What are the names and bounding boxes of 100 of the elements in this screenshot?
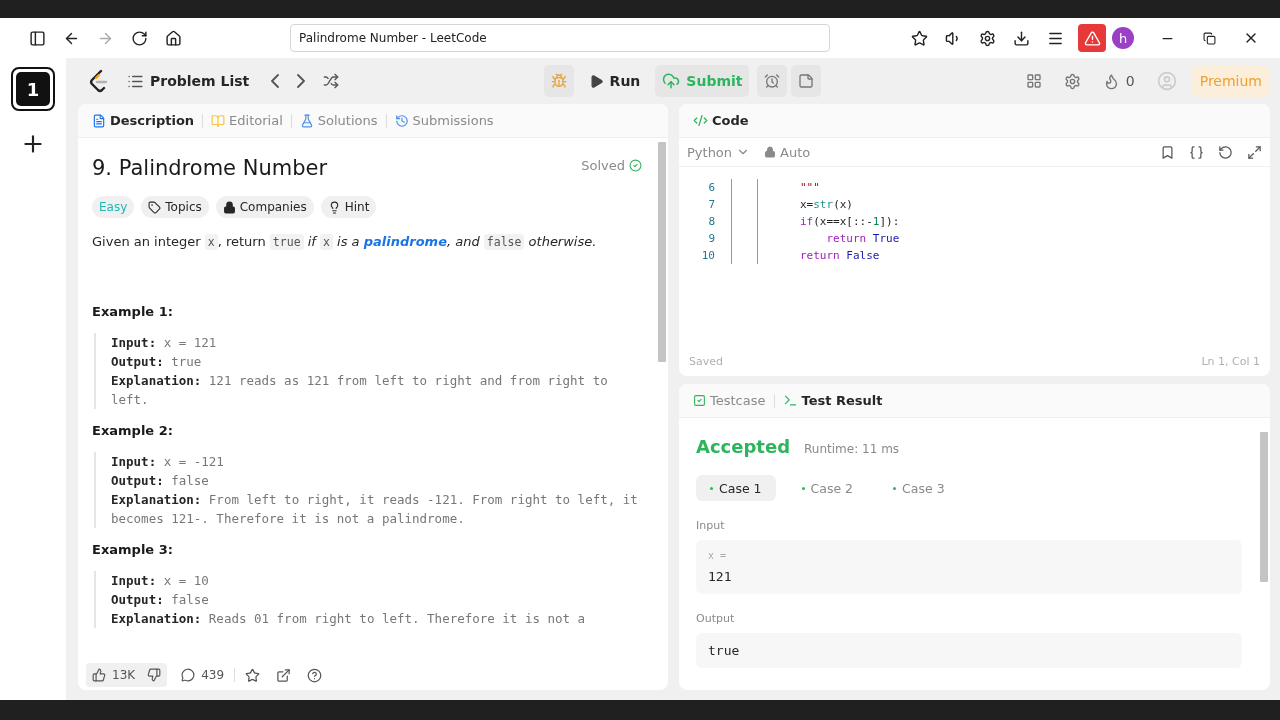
line-number: 7 bbox=[707, 198, 715, 211]
lock-icon bbox=[222, 200, 236, 214]
address-field[interactable]: Palindrome Number - LeetCode bbox=[290, 24, 830, 52]
companies-tag[interactable]: Companies bbox=[215, 196, 314, 218]
problem-title: 9. Palindrome Number bbox=[92, 156, 328, 180]
topics-tag[interactable]: Topics bbox=[141, 196, 209, 218]
settings-icon[interactable] bbox=[978, 29, 996, 47]
variable-name: x = bbox=[708, 550, 728, 561]
external-link-icon bbox=[276, 667, 292, 683]
note-icon bbox=[798, 73, 815, 89]
run-button[interactable]: Run bbox=[581, 65, 648, 97]
logo-icon[interactable] bbox=[88, 69, 110, 93]
example-title: Example 1: bbox=[92, 304, 174, 319]
language-select[interactable]: Python bbox=[687, 144, 751, 160]
notes-button[interactable] bbox=[791, 65, 822, 97]
case-tab[interactable]: Case 3 bbox=[879, 475, 959, 501]
line-number: 9 bbox=[707, 232, 715, 245]
code-tab[interactable]: Code bbox=[687, 113, 755, 128]
line-number: 8 bbox=[707, 215, 715, 228]
example-line: Explanation: From left to right, it reads -121. From right to left, it becomes 121-. Therefore it is not a palindrome. bbox=[111, 491, 639, 528]
warning-button[interactable] bbox=[1078, 24, 1106, 52]
reload-icon[interactable] bbox=[130, 29, 148, 47]
panel-tab[interactable]: Editorial bbox=[205, 113, 289, 128]
flask-icon bbox=[299, 113, 314, 128]
code-line: """ bbox=[800, 181, 820, 194]
timer-button[interactable] bbox=[757, 65, 788, 97]
cloud-upload-icon bbox=[662, 72, 681, 90]
shuffle-icon bbox=[323, 73, 340, 89]
restore-icon[interactable] bbox=[1202, 31, 1216, 45]
runtime: Runtime: 11 ms bbox=[804, 442, 900, 456]
case-tab[interactable]: Case 1 bbox=[696, 475, 776, 501]
code-line: return True bbox=[825, 232, 900, 245]
example-title: Example 3: bbox=[92, 542, 174, 557]
home-icon[interactable] bbox=[164, 29, 182, 47]
settings-icon bbox=[1063, 72, 1081, 90]
star-icon[interactable] bbox=[910, 29, 928, 47]
example-line: Output: false bbox=[111, 591, 210, 609]
input-value: 121 bbox=[708, 569, 733, 584]
reset-icon[interactable] bbox=[1218, 144, 1233, 160]
solved-status: Solved bbox=[581, 157, 642, 173]
input-label: Input bbox=[696, 519, 726, 532]
hint-tag[interactable]: Hint bbox=[320, 196, 377, 218]
expand-icon[interactable] bbox=[1247, 144, 1262, 160]
example-line: Explanation: 121 reads as 121 from left to right and from right to left. bbox=[111, 372, 609, 409]
example-line: Input: x = 10 bbox=[111, 572, 210, 590]
play-icon bbox=[588, 73, 604, 89]
warning-icon bbox=[1083, 29, 1101, 47]
example-title: Example 2: bbox=[92, 423, 174, 438]
download-icon[interactable] bbox=[1012, 29, 1030, 47]
thumbs-up-icon bbox=[92, 668, 106, 682]
lock-icon bbox=[764, 146, 777, 158]
bookmark-icon[interactable] bbox=[1160, 144, 1175, 160]
chevron-right-icon bbox=[297, 74, 306, 88]
example-line: Output: true bbox=[111, 353, 203, 371]
problem-list-button[interactable]: Problem List bbox=[120, 65, 257, 97]
workspace-button[interactable]: 1 bbox=[11, 67, 55, 111]
case-tab[interactable]: Case 2 bbox=[787, 475, 868, 501]
example-line: Input: x = -121 bbox=[111, 453, 225, 471]
chevron-left-icon bbox=[271, 74, 280, 88]
profile-avatar[interactable]: h bbox=[1112, 27, 1134, 49]
sidebar-icon[interactable] bbox=[28, 29, 46, 47]
line-number: 10 bbox=[700, 249, 715, 262]
panel-tab[interactable]: Test Result bbox=[776, 393, 889, 408]
verdict: Accepted bbox=[696, 436, 791, 457]
panel-tab[interactable]: Solutions bbox=[293, 113, 384, 128]
code-line: return False bbox=[800, 249, 880, 262]
code-icon bbox=[693, 113, 708, 128]
checkbox-icon bbox=[693, 394, 706, 407]
saved-status: Saved bbox=[689, 354, 723, 368]
terminal-icon bbox=[782, 393, 798, 408]
check-circle-icon bbox=[629, 158, 642, 172]
thumbs-down-icon bbox=[147, 668, 162, 682]
layout-icon bbox=[1025, 73, 1042, 89]
help-icon bbox=[307, 667, 323, 683]
palindrome-link[interactable]: palindrome bbox=[363, 234, 447, 249]
problem-description: Given an integer x , return true if x is a palindrome, and false otherwise. bbox=[92, 233, 598, 252]
line-number: 6 bbox=[707, 181, 715, 194]
output-label: Output bbox=[696, 612, 736, 625]
cursor-position: Ln 1, Col 1 bbox=[1201, 354, 1260, 368]
bug-icon bbox=[550, 73, 567, 89]
example-line: Explanation: Reads 01 from right to left. Therefore it is not a bbox=[111, 610, 587, 628]
document-icon bbox=[92, 113, 106, 128]
alarm-clock-icon bbox=[764, 73, 781, 89]
star-icon bbox=[245, 667, 261, 683]
braces-icon[interactable] bbox=[1189, 144, 1204, 160]
output-value: true bbox=[708, 643, 741, 658]
code-line: if(x==x[::-1]): bbox=[800, 215, 900, 228]
book-icon bbox=[211, 113, 226, 128]
streak-button[interactable]: 0 bbox=[1095, 65, 1142, 97]
panel-tab[interactable]: Description bbox=[86, 113, 201, 128]
panel-tab[interactable]: Testcase bbox=[687, 393, 772, 408]
panel-tab[interactable]: Submissions bbox=[388, 113, 500, 128]
code-line: x=str(x) bbox=[800, 198, 853, 211]
auto-mode-button[interactable]: Auto bbox=[764, 144, 811, 160]
comment-icon bbox=[181, 668, 196, 682]
comments-button[interactable]: 439 bbox=[175, 663, 231, 687]
tag-icon bbox=[148, 200, 162, 214]
example-line: Input: x = 121 bbox=[111, 334, 218, 352]
example-line: Output: false bbox=[111, 472, 210, 490]
history-icon bbox=[394, 113, 409, 128]
